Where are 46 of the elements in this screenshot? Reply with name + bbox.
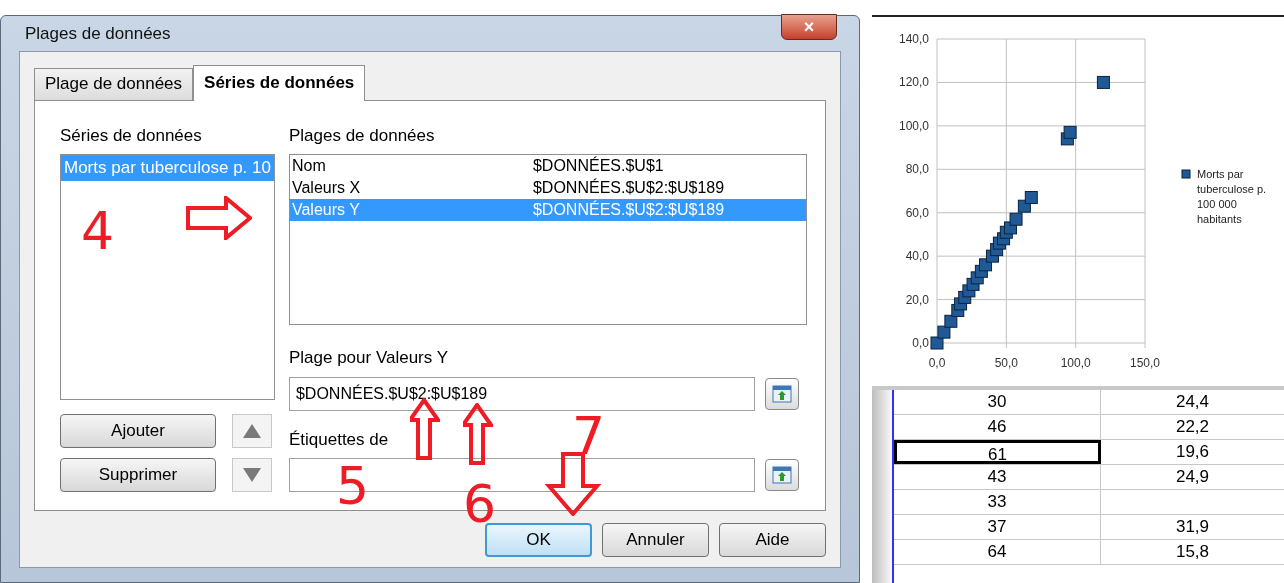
- legend-label: Morts par tuberculose p. 100 000 habitants: [1197, 167, 1268, 227]
- list-label: Séries de données: [60, 124, 203, 147]
- series-list[interactable]: Morts par tuberculose p. 10 4: [60, 154, 275, 400]
- sheet-cell[interactable]: 24,4: [1101, 390, 1284, 414]
- axis-label: 140,0: [898, 32, 929, 46]
- sheet-cell[interactable]: 33: [894, 490, 1101, 514]
- sheet-cell[interactable]: 24,9: [1101, 465, 1284, 489]
- axis-label: 60,0: [905, 205, 929, 220]
- annotation-number: 4: [81, 205, 115, 257]
- tab[interactable]: Plage de données: [34, 67, 194, 100]
- sheet-cell[interactable]: 64: [894, 540, 1101, 564]
- sheet-cell[interactable]: 43: [894, 465, 1101, 489]
- axis-label: 50,0: [994, 356, 1018, 370]
- sheet-cell[interactable]: 15,8: [1101, 540, 1284, 564]
- sheet-cell[interactable]: 30: [894, 390, 1101, 414]
- field-label: Plage pour Valeurs Y: [288, 347, 449, 369]
- dialog-button[interactable]: Aide: [719, 523, 826, 557]
- sheet-cell[interactable]: 46: [894, 415, 1101, 439]
- tab[interactable]: Séries de données: [193, 64, 366, 101]
- range-row[interactable]: Valeurs X $DONNÉES.$U$2:$U$189: [289, 177, 806, 199]
- dialog-button[interactable]: Annuler: [602, 523, 709, 557]
- sheet-cell[interactable]: 61: [894, 440, 1101, 464]
- ranges-list[interactable]: Nom $DONNÉES.$U$1 Valeurs X $DONNÉES.$U$2:$U$189 Valeurs Y $DONNÉES.$U$2:$U$189: [288, 154, 807, 325]
- axis-label: 20,0: [905, 292, 929, 307]
- range-field[interactable]: $DONNÉES.$U$2:$U$189: [288, 376, 755, 411]
- annotation-number: 7: [572, 410, 606, 462]
- sheet-cell[interactable]: 22,2: [1101, 415, 1284, 439]
- axis-label: 0,0: [912, 336, 929, 350]
- add-button[interactable]: Ajouter: [60, 414, 216, 448]
- sheet-cell[interactable]: 31,9: [1101, 515, 1284, 539]
- axis-label: 120,0: [898, 75, 929, 90]
- sheet-cell[interactable]: 19,6: [1101, 440, 1284, 464]
- axis-label: 150,0: [1130, 356, 1160, 370]
- axis-label: 40,0: [905, 249, 929, 264]
- annotation-number: 5: [336, 460, 370, 512]
- axis-label: 80,0: [905, 162, 929, 177]
- axis-label: 0,0: [928, 356, 946, 370]
- list-label: Plages de données: [288, 124, 436, 147]
- remove-button[interactable]: Supprimer: [60, 458, 216, 492]
- field-label: Étiquettes de: [288, 428, 389, 451]
- sheet-cell[interactable]: 37: [894, 515, 1101, 539]
- axis-label: 100,0: [898, 118, 929, 133]
- axis-label: 100,0: [1060, 356, 1091, 370]
- dialog-button[interactable]: OK: [485, 523, 592, 557]
- window-title: Plages de données: [25, 22, 171, 45]
- range-row[interactable]: Nom $DONNÉES.$U$1: [289, 155, 806, 177]
